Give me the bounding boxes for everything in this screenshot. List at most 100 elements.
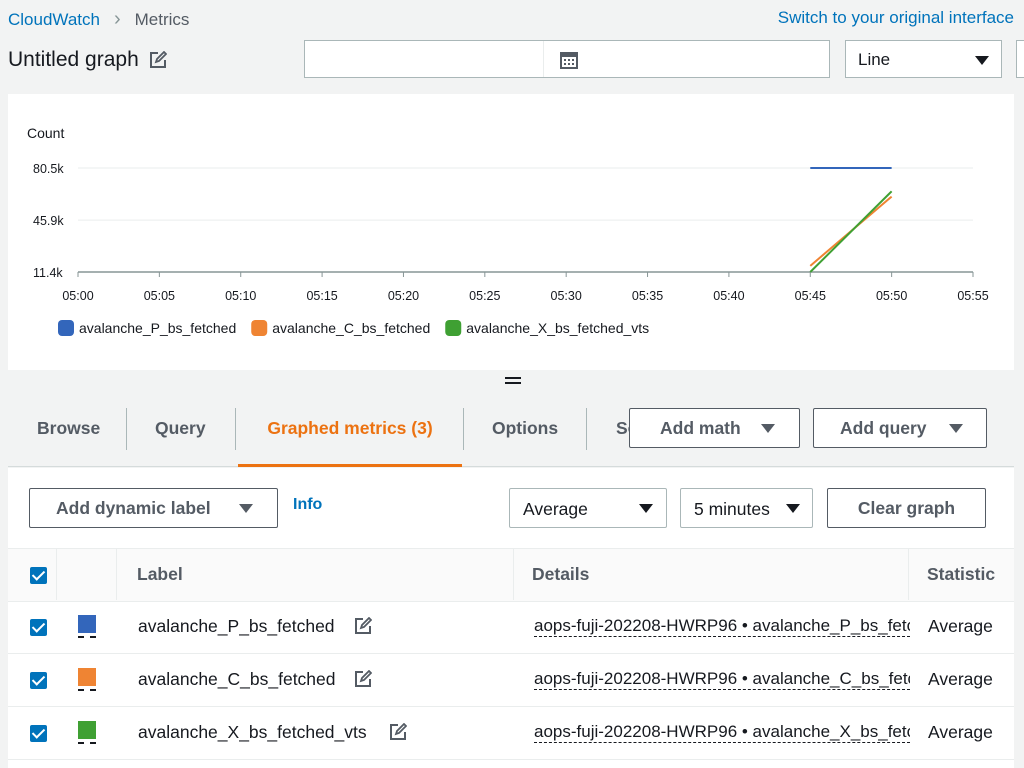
edit-icon[interactable] <box>354 617 372 635</box>
color-swatch[interactable] <box>78 668 96 686</box>
graph-type-select[interactable]: Line <box>845 40 1002 78</box>
y-tick-label: 11.4k <box>33 266 63 280</box>
graph-type-value: Line <box>858 50 891 69</box>
chevron-right-icon: › <box>113 8 121 30</box>
x-tick-label: 05:50 <box>876 289 907 303</box>
add-query-label: Add query <box>840 418 927 438</box>
y-tick-label: 45.9k <box>33 214 64 228</box>
row-checkbox[interactable] <box>30 725 47 742</box>
legend-swatch <box>445 320 462 336</box>
color-swatch[interactable] <box>78 721 96 739</box>
caret-down-icon <box>975 56 989 65</box>
edit-icon[interactable] <box>149 51 167 69</box>
caret-down-icon <box>786 504 800 513</box>
caret-down-icon <box>761 424 775 433</box>
line-style-dash <box>78 636 96 638</box>
graph-title: Untitled graph <box>8 48 139 71</box>
info-link[interactable]: Info <box>293 496 322 514</box>
x-tick-label: 05:10 <box>225 289 256 303</box>
x-tick-label: 05:25 <box>469 289 500 303</box>
legend-label: avalanche_C_bs_fetched <box>272 320 430 336</box>
x-tick-label: 05:00 <box>62 289 93 303</box>
table-row: avalanche_X_bs_fetched_vts aops-fuji-202… <box>8 707 1014 760</box>
row-checkbox[interactable] <box>30 672 47 689</box>
tab-graphed-metrics[interactable]: Graphed metrics (3) <box>238 396 462 467</box>
resize-handle[interactable] <box>505 374 521 387</box>
legend-swatch <box>58 320 74 336</box>
switch-interface-link[interactable]: Switch to your original interface <box>778 8 1014 28</box>
x-tick-label: 05:35 <box>632 289 663 303</box>
row-statistic: Average <box>928 722 993 742</box>
add-math-label: Add math <box>660 418 741 438</box>
column-divider <box>908 548 909 600</box>
table-row: avalanche_C_bs_fetched aops-fuji-202208-… <box>8 654 1014 707</box>
tab-divider <box>126 408 127 450</box>
actions-button-partial[interactable] <box>1016 40 1024 78</box>
caret-down-icon <box>639 504 653 513</box>
row-details[interactable]: aops-fuji-202208-HWRP96 • avalanche_P_bs… <box>534 616 910 637</box>
line-style-dash <box>78 689 96 691</box>
caret-down-icon <box>239 504 253 513</box>
x-tick-label: 05:20 <box>388 289 419 303</box>
table-header: Label Details Statistic <box>8 548 1014 602</box>
series-line <box>809 190 893 273</box>
row-details[interactable]: aops-fuji-202208-HWRP96 • avalanche_C_bs… <box>534 669 910 690</box>
tab-divider <box>463 408 464 450</box>
period-select[interactable]: 5 minutes <box>680 488 813 528</box>
tab-options[interactable]: Options <box>492 396 558 464</box>
time-range-divider <box>543 41 544 77</box>
edit-icon[interactable] <box>389 723 407 741</box>
row-label: avalanche_P_bs_fetched <box>138 616 335 636</box>
row-statistic: Average <box>928 616 993 636</box>
edit-icon[interactable] <box>354 670 372 688</box>
tab-divider <box>235 408 236 450</box>
add-dynamic-label-button[interactable]: Add dynamic label <box>29 488 278 528</box>
line-chart: Count 80.5k 45.9k 11.4k 05:00 05:05 05:10 05:15… <box>27 125 989 336</box>
caret-down-icon <box>949 424 963 433</box>
line-style-dash <box>78 742 96 744</box>
row-checkbox[interactable] <box>30 619 47 636</box>
y-axis-label: Count <box>27 125 64 141</box>
add-math-button[interactable]: Add math <box>629 408 800 448</box>
select-all-checkbox[interactable] <box>30 567 47 584</box>
x-tick-label: 05:30 <box>551 289 582 303</box>
y-tick-label: 80.5k <box>33 162 64 176</box>
period-value: 5 minutes <box>694 499 770 519</box>
breadcrumb-cloudwatch-link[interactable]: CloudWatch <box>8 10 100 30</box>
graphed-metrics-panel: Add dynamic label Info Average 5 minutes… <box>8 468 1014 768</box>
legend-label: avalanche_P_bs_fetched <box>79 320 236 336</box>
chart-panel: Count 80.5k 45.9k 11.4k 05:00 05:05 05:10 05:15… <box>8 94 1014 370</box>
column-header-statistic[interactable]: Statistic <box>927 564 995 585</box>
legend-swatch <box>251 320 268 336</box>
column-header-details[interactable]: Details <box>532 564 589 585</box>
statistic-value: Average <box>523 499 588 519</box>
x-tick-label: 05:55 <box>957 289 988 303</box>
column-header-label[interactable]: Label <box>137 564 183 585</box>
legend-label: avalanche_X_bs_fetched_vts <box>466 320 649 336</box>
row-details[interactable]: aops-fuji-202208-HWRP96 • avalanche_X_bs… <box>534 722 910 743</box>
tab-browse[interactable]: Browse <box>37 396 100 464</box>
x-tick-label: 05:40 <box>713 289 744 303</box>
x-tick-label: 05:05 <box>144 289 175 303</box>
tab-query[interactable]: Query <box>155 396 206 464</box>
breadcrumb-current: Metrics <box>134 9 190 29</box>
x-tick-label: 05:15 <box>306 289 337 303</box>
add-dynamic-label-text: Add dynamic label <box>56 498 211 518</box>
graph-title-container: Untitled graph <box>8 48 167 72</box>
row-label: avalanche_X_bs_fetched_vts <box>138 722 367 742</box>
row-label: avalanche_C_bs_fetched <box>138 669 336 689</box>
table-row: avalanche_P_bs_fetched aops-fuji-202208-… <box>8 601 1014 654</box>
column-divider <box>513 548 514 600</box>
calendar-icon[interactable] <box>560 51 578 69</box>
column-divider <box>116 548 117 600</box>
time-range-picker[interactable] <box>304 40 830 78</box>
breadcrumb: CloudWatch › Metrics <box>8 8 189 31</box>
add-query-button[interactable]: Add query <box>813 408 987 448</box>
color-swatch[interactable] <box>78 615 96 633</box>
statistic-select[interactable]: Average <box>509 488 667 528</box>
row-statistic: Average <box>928 669 993 689</box>
tab-divider <box>586 408 587 450</box>
column-divider <box>56 548 57 600</box>
clear-graph-button[interactable]: Clear graph <box>827 488 986 528</box>
x-tick-label: 05:45 <box>795 289 826 303</box>
